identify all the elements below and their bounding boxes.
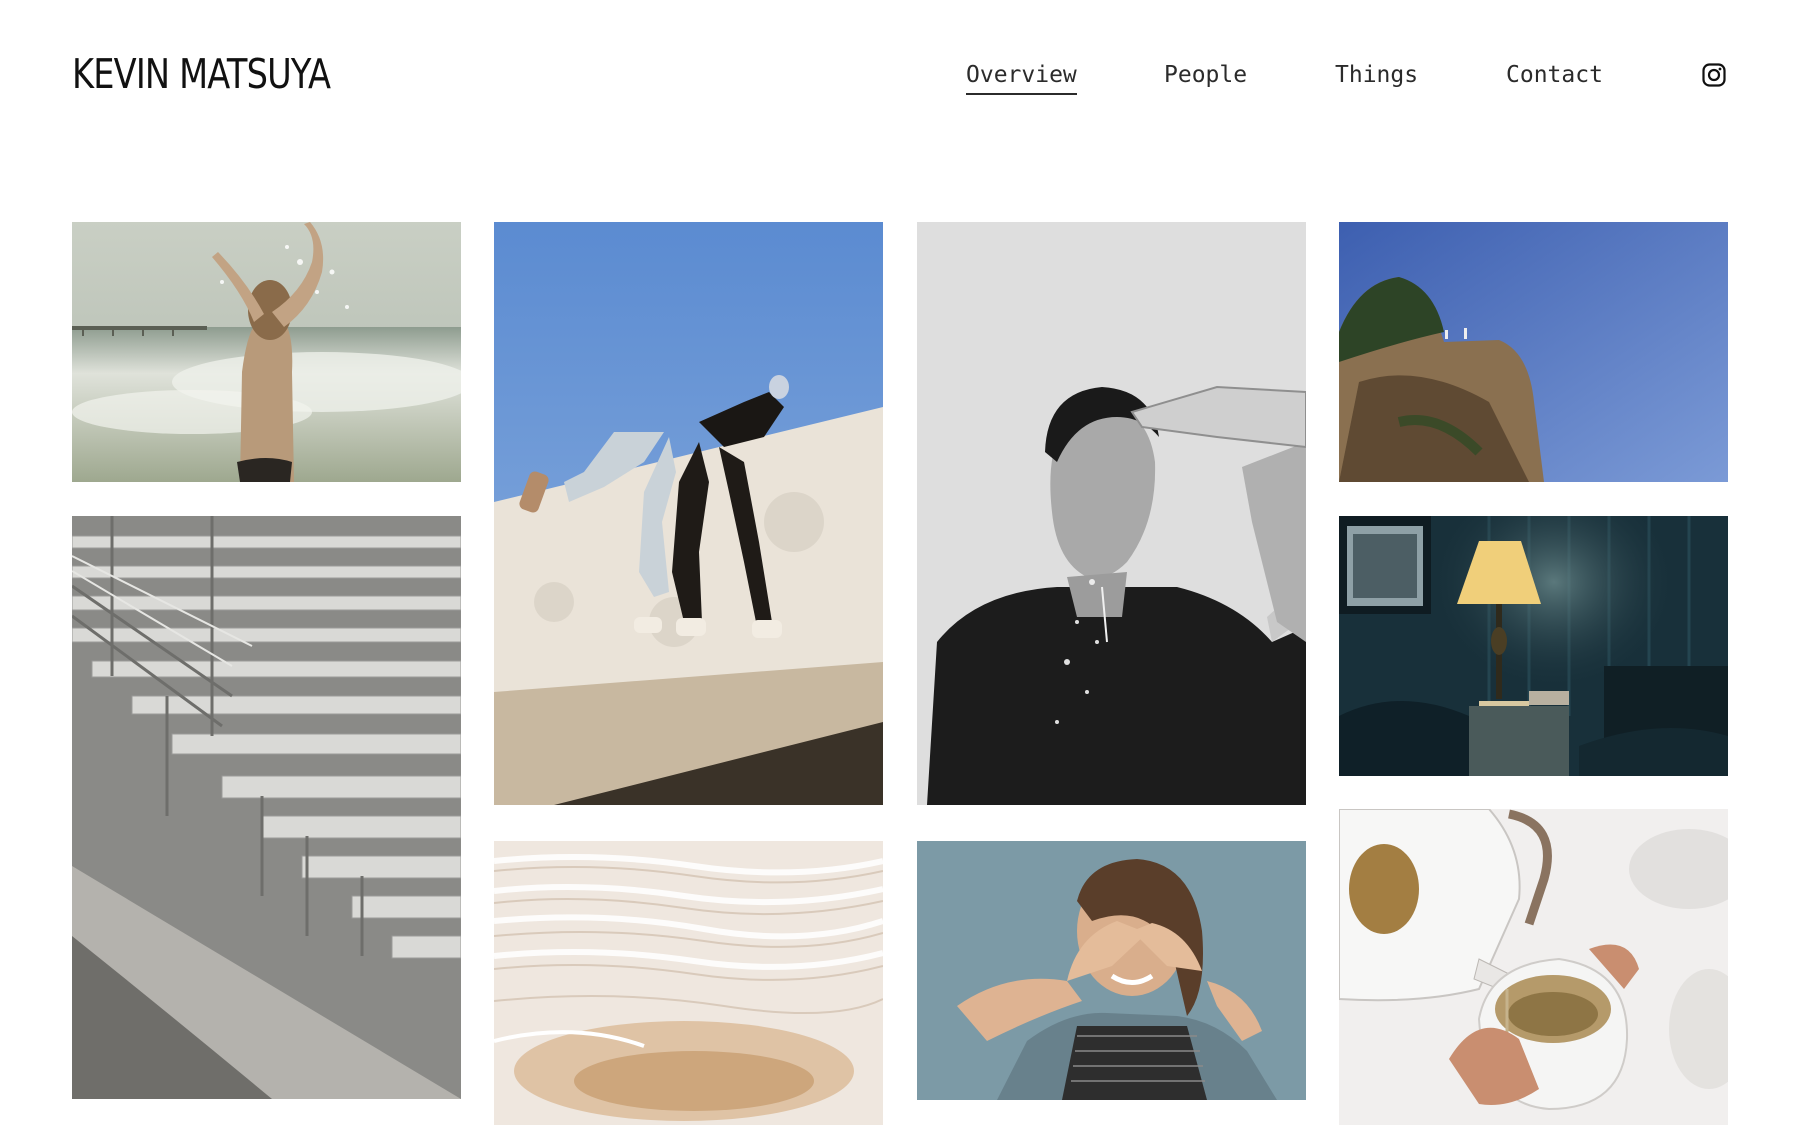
photo-climbing-wall[interactable] [494, 222, 883, 805]
photo-cliff[interactable] [1339, 222, 1728, 482]
photo-bleachers[interactable] [72, 516, 461, 1099]
photo-grid [0, 0, 1800, 1125]
photo-ocean-splash[interactable] [72, 222, 461, 482]
photo-water-portrait[interactable] [917, 222, 1306, 805]
photo-travertine-terraces[interactable] [494, 841, 883, 1125]
photo-tea-pouring[interactable] [1339, 809, 1728, 1125]
photo-lamp-room[interactable] [1339, 516, 1728, 776]
photo-laughing-woman[interactable] [917, 841, 1306, 1100]
